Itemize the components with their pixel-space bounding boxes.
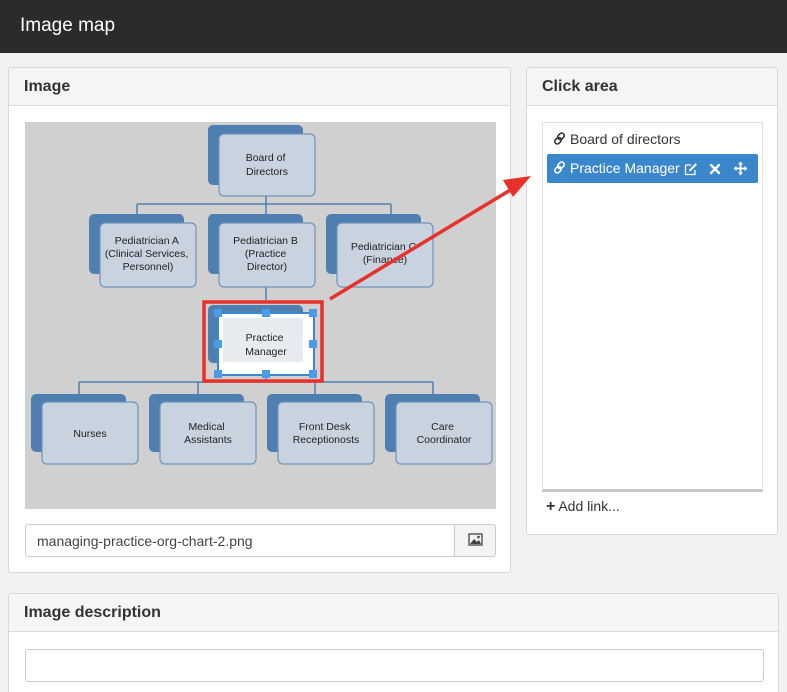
chart-node-ped-b-line1: Pediatrician B bbox=[233, 235, 298, 247]
link-icon bbox=[553, 132, 566, 145]
link-item-board[interactable]: Board of directors bbox=[547, 125, 758, 154]
browse-image-button[interactable] bbox=[454, 524, 496, 557]
chart-node-manager-line1: Practice bbox=[246, 332, 284, 344]
close-icon[interactable] bbox=[709, 163, 721, 175]
svg-text:Nurses: Nurses bbox=[73, 428, 106, 440]
image-icon bbox=[468, 533, 483, 546]
chart-node-ped-b-line3: Director) bbox=[247, 261, 287, 273]
org-chart-image: Board of Directors Pediatrician A (Clini… bbox=[31, 125, 493, 465]
click-area-header: Click area bbox=[527, 68, 777, 106]
chart-node-ped-a-line1: Pediatrician A bbox=[115, 235, 179, 247]
image-description-title: Image description bbox=[24, 604, 161, 621]
image-map-canvas[interactable]: Board of Directors Pediatrician A (Clini… bbox=[25, 122, 496, 509]
chart-node-care-line1: Care bbox=[431, 421, 454, 433]
chart-node-ped-a-line2: (Clinical Services, bbox=[105, 248, 188, 260]
svg-text:Medical Assistants: Medical Assistants bbox=[184, 421, 232, 446]
svg-text:Front Desk Reception: Front Desk Receptionosts bbox=[293, 421, 360, 446]
chart-node-medical-line2: Assistants bbox=[184, 434, 232, 446]
add-link-button[interactable]: + Add link... bbox=[546, 498, 620, 516]
chart-node-board-line1: Board of bbox=[246, 152, 286, 164]
chart-node-care-coordinator: Care Coordinator bbox=[385, 394, 493, 465]
image-description-input[interactable] bbox=[25, 649, 764, 682]
chart-node-care-line2: Coordinator bbox=[417, 434, 472, 446]
chart-node-manager-line2: Manager bbox=[245, 346, 287, 358]
chart-node-medical-line1: Medical bbox=[188, 421, 224, 433]
link-item-label: Board of directors bbox=[570, 131, 681, 147]
image-panel: Image Board of Directors Pediatrician A … bbox=[8, 67, 511, 573]
chart-node-medical-assistants: Medical Assistants bbox=[149, 394, 257, 465]
chart-node-board: Board of Directors bbox=[208, 125, 316, 197]
image-panel-title: Image bbox=[24, 78, 71, 95]
chart-node-pediatrician-a: Pediatrician A (Clinical Services, Perso… bbox=[89, 214, 197, 288]
image-description-panel: Image description bbox=[8, 593, 779, 692]
click-area-panel: Click area Board of directors Practice M… bbox=[526, 67, 778, 535]
chart-node-front-line2: Receptionosts bbox=[293, 434, 360, 446]
link-item-label: Practice Manager bbox=[570, 160, 680, 176]
chart-node-nurses-line1: Nurses bbox=[73, 428, 106, 440]
chart-node-board-line2: Directors bbox=[246, 166, 288, 178]
plus-icon: + bbox=[546, 498, 556, 515]
chart-node-nurses: Nurses bbox=[31, 394, 139, 465]
link-item-practice-manager[interactable]: Practice Manager bbox=[547, 154, 758, 183]
link-icon bbox=[553, 161, 566, 174]
page-title: Image map bbox=[20, 15, 116, 36]
edit-icon[interactable] bbox=[684, 162, 698, 176]
chart-node-pediatrician-c: Pediatrician C (Finance) bbox=[326, 214, 434, 288]
chart-node-ped-a-line3: Personnel) bbox=[123, 261, 174, 273]
chart-node-front-line1: Front Desk bbox=[299, 421, 351, 433]
chart-node-practice-manager: Practice Manager bbox=[208, 305, 315, 376]
chart-node-front-desk: Front Desk Receptionosts bbox=[267, 394, 375, 465]
chart-node-pediatrician-b: Pediatrician B (Practice Director) bbox=[208, 214, 316, 288]
image-panel-header: Image bbox=[9, 68, 510, 106]
click-area-title: Click area bbox=[542, 78, 618, 95]
chart-node-ped-c-line2: (Finance) bbox=[363, 254, 407, 266]
chart-node-ped-b-line2: (Practice bbox=[245, 248, 287, 260]
top-bar: Image map bbox=[0, 0, 787, 53]
click-area-list: Board of directors Practice Manager bbox=[542, 122, 763, 492]
chart-node-ped-c-line1: Pediatrician C bbox=[351, 241, 417, 253]
add-link-label: Add link... bbox=[558, 498, 620, 514]
move-icon[interactable] bbox=[733, 161, 748, 176]
image-description-header: Image description bbox=[9, 594, 778, 632]
image-filename-field[interactable]: managing-practice-org-chart-2.png bbox=[25, 524, 455, 557]
